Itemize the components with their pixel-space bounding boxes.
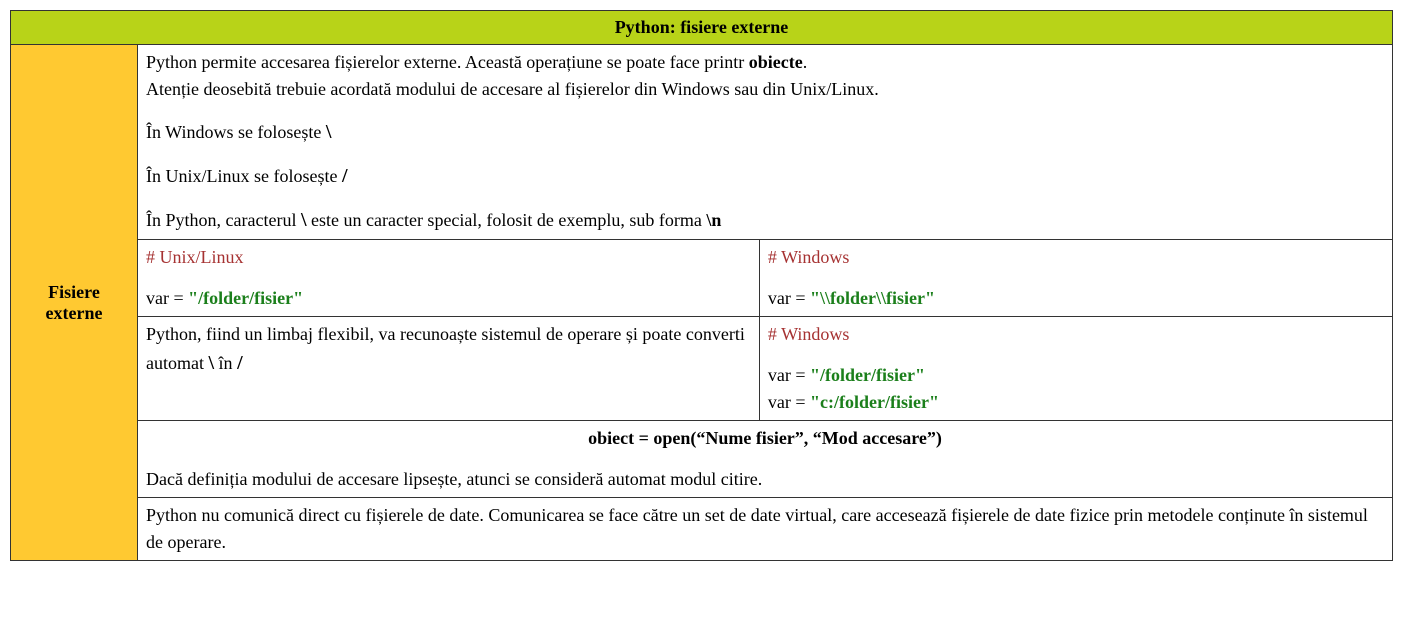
unix-comment: # Unix/Linux xyxy=(146,247,244,267)
open-syntax-note: Dacă definiția modului de accesare lipse… xyxy=(146,469,762,489)
side-label-line2: externe xyxy=(46,303,103,323)
windows-var2-prefix: var = xyxy=(768,365,810,385)
unix-var-string: "/folder/fisier" xyxy=(188,288,303,308)
virtual-set-text: Python nu comunică direct cu fișierele d… xyxy=(146,505,1368,552)
auto-convert-c: în xyxy=(214,353,237,373)
windows-var3-string: "c:/folder/fisier" xyxy=(810,392,939,412)
windows-var-prefix: var = xyxy=(768,288,810,308)
windows-sep-b: \ xyxy=(326,121,332,143)
intro-cell: Python permite accesarea fișierelor exte… xyxy=(138,45,1393,240)
unix-sep-a: În Unix/Linux se folosește xyxy=(146,166,342,186)
side-label: Fisiere externe xyxy=(11,45,138,561)
python-escape-d: \n xyxy=(706,210,721,230)
virtual-set-cell: Python nu comunică direct cu fișierele d… xyxy=(138,498,1393,561)
code-unix-cell: # Unix/Linux var = "/folder/fisier" xyxy=(138,240,760,317)
open-syntax-code: obiect = open(“Nume fisier”, “Mod accesa… xyxy=(146,425,1384,452)
windows-var-string: "\\folder\\fisier" xyxy=(810,288,935,308)
code-windows-cell-2: # Windows var = "/folder/fisier" var = "… xyxy=(759,317,1392,421)
windows-var3-prefix: var = xyxy=(768,392,810,412)
python-escape-a: În Python, caracterul xyxy=(146,210,301,230)
windows-comment-2: # Windows xyxy=(768,324,849,344)
windows-comment: # Windows xyxy=(768,247,849,267)
open-syntax-cell: obiect = open(“Nume fisier”, “Mod accesa… xyxy=(138,421,1393,498)
windows-sep-a: În Windows se folosește xyxy=(146,122,326,142)
attention-text: Atenție deosebită trebuie acordată modul… xyxy=(146,79,879,99)
unix-var-prefix: var = xyxy=(146,288,188,308)
unix-sep-b: / xyxy=(342,165,348,187)
python-escape-c: este un caracter special, folosit de exe… xyxy=(307,210,707,230)
auto-convert-cell: Python, fiind un limbaj flexibil, va rec… xyxy=(138,317,760,421)
intro-text-a: Python permite accesarea fișierelor exte… xyxy=(146,52,749,72)
table-header: Python: fisiere externe xyxy=(11,11,1393,45)
intro-text-c: . xyxy=(803,52,808,72)
auto-convert-d: / xyxy=(237,352,243,374)
intro-text-b: obiecte xyxy=(749,52,803,72)
side-label-line1: Fisiere xyxy=(48,282,100,302)
windows-var2-string: "/folder/fisier" xyxy=(810,365,925,385)
lesson-table: Python: fisiere externe Fisiere externe … xyxy=(10,10,1393,561)
code-windows-cell: # Windows var = "\\folder\\fisier" xyxy=(759,240,1392,317)
